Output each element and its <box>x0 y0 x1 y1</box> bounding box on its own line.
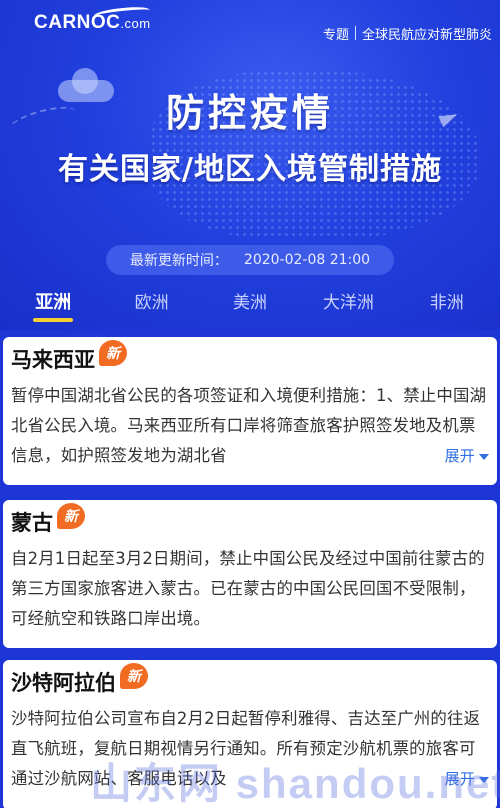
country-card-mongolia[interactable]: 蒙古 新 自2月1日起至3月2日期间，禁止中国公民及经过中国前往蒙古的第三方国家… <box>3 500 497 648</box>
tab-oceania[interactable]: 大洋洲 <box>300 288 396 322</box>
card-header: 沙特阿拉伯 新 <box>11 660 489 704</box>
country-card-malaysia[interactable]: 马来西亚 新 暂停中国湖北省公民的各项签证和入境便利措施：1、禁止中国湖北省公民… <box>3 337 497 485</box>
update-label: 最新更新时间： <box>129 253 228 269</box>
card-text: 自2月1日起至3月2日期间，禁止中国公民及经过中国前往蒙古的第三方国家旅客进入蒙… <box>11 549 485 628</box>
special-title: 全球民航应对新型肺炎 <box>361 27 492 43</box>
card-body: 暂停中国湖北省公民的各项签证和入境便利措施：1、禁止中国湖北省公民入境。马来西亚… <box>11 381 489 471</box>
update-time-pill: 最新更新时间： 2020-02-08 21:00 <box>106 245 394 275</box>
card-body: 自2月1日起至3月2日期间，禁止中国公民及经过中国前往蒙古的第三方国家旅客进入蒙… <box>11 544 489 634</box>
country-card-saudi-arabia[interactable]: 沙特阿拉伯 新 沙特阿拉伯公司宣布自2月2日起暂停利雅得、吉达至广州的往返直飞航… <box>3 660 497 808</box>
special-divider <box>354 26 356 40</box>
expand-label: 展开 <box>444 770 475 788</box>
card-title: 马来西亚 <box>11 348 95 372</box>
card-header: 蒙古 新 <box>11 500 489 544</box>
card-title: 蒙古 <box>11 511 53 535</box>
tab-europe[interactable]: 欧洲 <box>104 288 200 322</box>
special-label: 专题 <box>322 27 349 43</box>
card-text: 暂停中国湖北省公民的各项签证和入境便利措施：1、禁止中国湖北省公民入境。马来西亚… <box>11 386 487 465</box>
tab-americas[interactable]: 美洲 <box>202 288 298 322</box>
chevron-down-icon <box>479 777 489 783</box>
card-text: 沙特阿拉伯公司宣布自2月2日起暂停利雅得、吉达至广州的往返直飞航班，复航日期视情… <box>11 709 481 788</box>
special-topic-link[interactable]: 专题 全球民航应对新型肺炎 <box>323 23 492 43</box>
expand-label: 展开 <box>444 447 475 465</box>
region-tabs: 亚洲 欧洲 美洲 大洋洲 非洲 <box>0 288 500 328</box>
card-header: 马来西亚 新 <box>11 337 489 381</box>
hero-banner: CARNOC.com 专题 全球民航应对新型肺炎 防控疫情 有关国家/地区入境管… <box>0 0 500 330</box>
chevron-down-icon <box>479 454 489 460</box>
page-title: 防控疫情 <box>165 91 334 135</box>
update-time: 2020-02-08 21:00 <box>243 252 371 268</box>
new-badge: 新 <box>99 340 127 366</box>
tab-africa[interactable]: 非洲 <box>399 288 495 322</box>
carnoc-logo[interactable]: CARNOC.com <box>34 5 151 34</box>
expand-button[interactable]: 展开 <box>422 764 489 794</box>
expand-button[interactable]: 展开 <box>422 441 489 471</box>
page-subtitle: 有关国家/地区入境管制措施 <box>58 152 442 187</box>
card-body: 沙特阿拉伯公司宣布自2月2日起暂停利雅得、吉达至广州的往返直飞航班，复航日期视情… <box>11 704 489 794</box>
new-badge: 新 <box>120 663 148 689</box>
card-title: 沙特阿拉伯 <box>11 671 116 695</box>
new-badge: 新 <box>57 503 85 529</box>
logo-suffix: .com <box>120 16 151 31</box>
tab-asia[interactable]: 亚洲 <box>5 288 101 322</box>
